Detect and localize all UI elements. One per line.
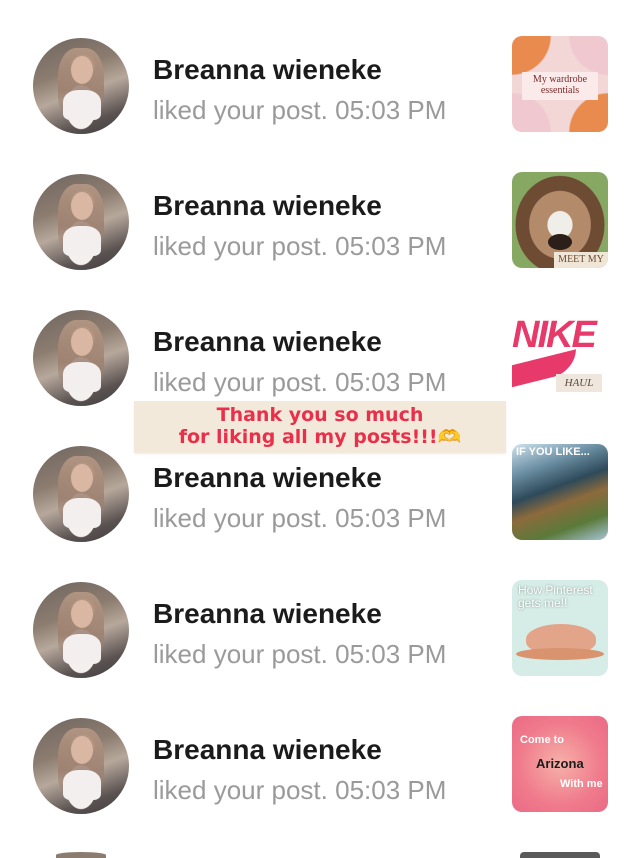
avatar-peek (56, 852, 106, 858)
post-thumbnail[interactable]: MEET MY (512, 172, 608, 268)
banner-line-2: for liking all my posts!!! (178, 426, 438, 448)
avatar[interactable] (33, 446, 129, 542)
notification-text: liked your post. 05:03 PM (153, 231, 446, 262)
thumbnail-caption: MEET MY (554, 252, 608, 268)
post-thumbnail[interactable]: Come to Arizona With me (512, 716, 608, 812)
notification-text: liked your post. 05:03 PM (153, 775, 446, 806)
action-text: liked your post. (153, 367, 328, 397)
avatar[interactable] (33, 310, 129, 406)
notification-row[interactable]: Breanna wieneke liked your post. 05:03 P… (0, 172, 640, 310)
next-notification-peek[interactable] (0, 848, 640, 858)
notification-row[interactable]: Breanna wieneke liked your post. 05:03 P… (0, 580, 640, 718)
user-name[interactable]: Breanna wieneke (153, 54, 382, 86)
hat-brim (516, 648, 604, 660)
thumbnail-caption-sub: With me (560, 778, 603, 790)
post-thumbnail[interactable]: IF YOU LIKE... (512, 444, 608, 540)
thumbnail-caption: HAUL (556, 374, 602, 392)
heart-hands-icon: 🫶 (437, 426, 462, 448)
thumbnail-brand-text: NIKE (512, 314, 597, 356)
action-text: liked your post. (153, 503, 328, 533)
notification-text: liked your post. 05:03 PM (153, 95, 446, 126)
avatar[interactable] (33, 718, 129, 814)
user-name[interactable]: Breanna wieneke (153, 734, 382, 766)
notification-text: liked your post. 05:03 PM (153, 367, 446, 398)
thank-you-banner: Thank you so much for liking all my post… (134, 401, 506, 453)
thumbnail-caption: How Pinterest gets me!! (518, 583, 593, 610)
notification-row[interactable]: Breanna wieneke liked your post. 05:03 P… (0, 716, 640, 854)
notification-row[interactable]: Breanna wieneke liked your post. 05:03 P… (0, 36, 640, 174)
dog-nose (548, 234, 572, 250)
notification-text: liked your post. 05:03 PM (153, 639, 446, 670)
timestamp: 05:03 PM (335, 503, 447, 533)
thumbnail-caption-title: Arizona (536, 756, 584, 771)
timestamp: 05:03 PM (335, 231, 447, 261)
timestamp: 05:03 PM (335, 367, 447, 397)
timestamp: 05:03 PM (335, 775, 447, 805)
avatar[interactable] (33, 38, 129, 134)
user-name[interactable]: Breanna wieneke (153, 326, 382, 358)
action-text: liked your post. (153, 639, 328, 669)
action-text: liked your post. (153, 231, 328, 261)
banner-line-1: Thank you so much (216, 404, 424, 426)
timestamp: 05:03 PM (335, 95, 447, 125)
action-text: liked your post. (153, 775, 328, 805)
avatar[interactable] (33, 582, 129, 678)
post-thumbnail[interactable]: My wardrobe essentials (512, 36, 608, 132)
notification-row[interactable]: Breanna wieneke liked your post. 05:03 P… (0, 444, 640, 582)
post-thumbnail[interactable]: How Pinterest gets me!! (512, 580, 608, 676)
action-text: liked your post. (153, 95, 328, 125)
thumbnail-caption: IF YOU LIKE... (516, 446, 590, 458)
user-name[interactable]: Breanna wieneke (153, 190, 382, 222)
thumbnail-caption: Come to (520, 734, 564, 746)
thumbnail-caption: My wardrobe essentials (522, 72, 598, 100)
avatar[interactable] (33, 174, 129, 270)
user-name[interactable]: Breanna wieneke (153, 598, 382, 630)
timestamp: 05:03 PM (335, 639, 447, 669)
notification-text: liked your post. 05:03 PM (153, 503, 446, 534)
user-name[interactable]: Breanna wieneke (153, 462, 382, 494)
thumbnail-peek (520, 852, 600, 858)
post-thumbnail[interactable]: NIKE HAUL (512, 308, 608, 404)
